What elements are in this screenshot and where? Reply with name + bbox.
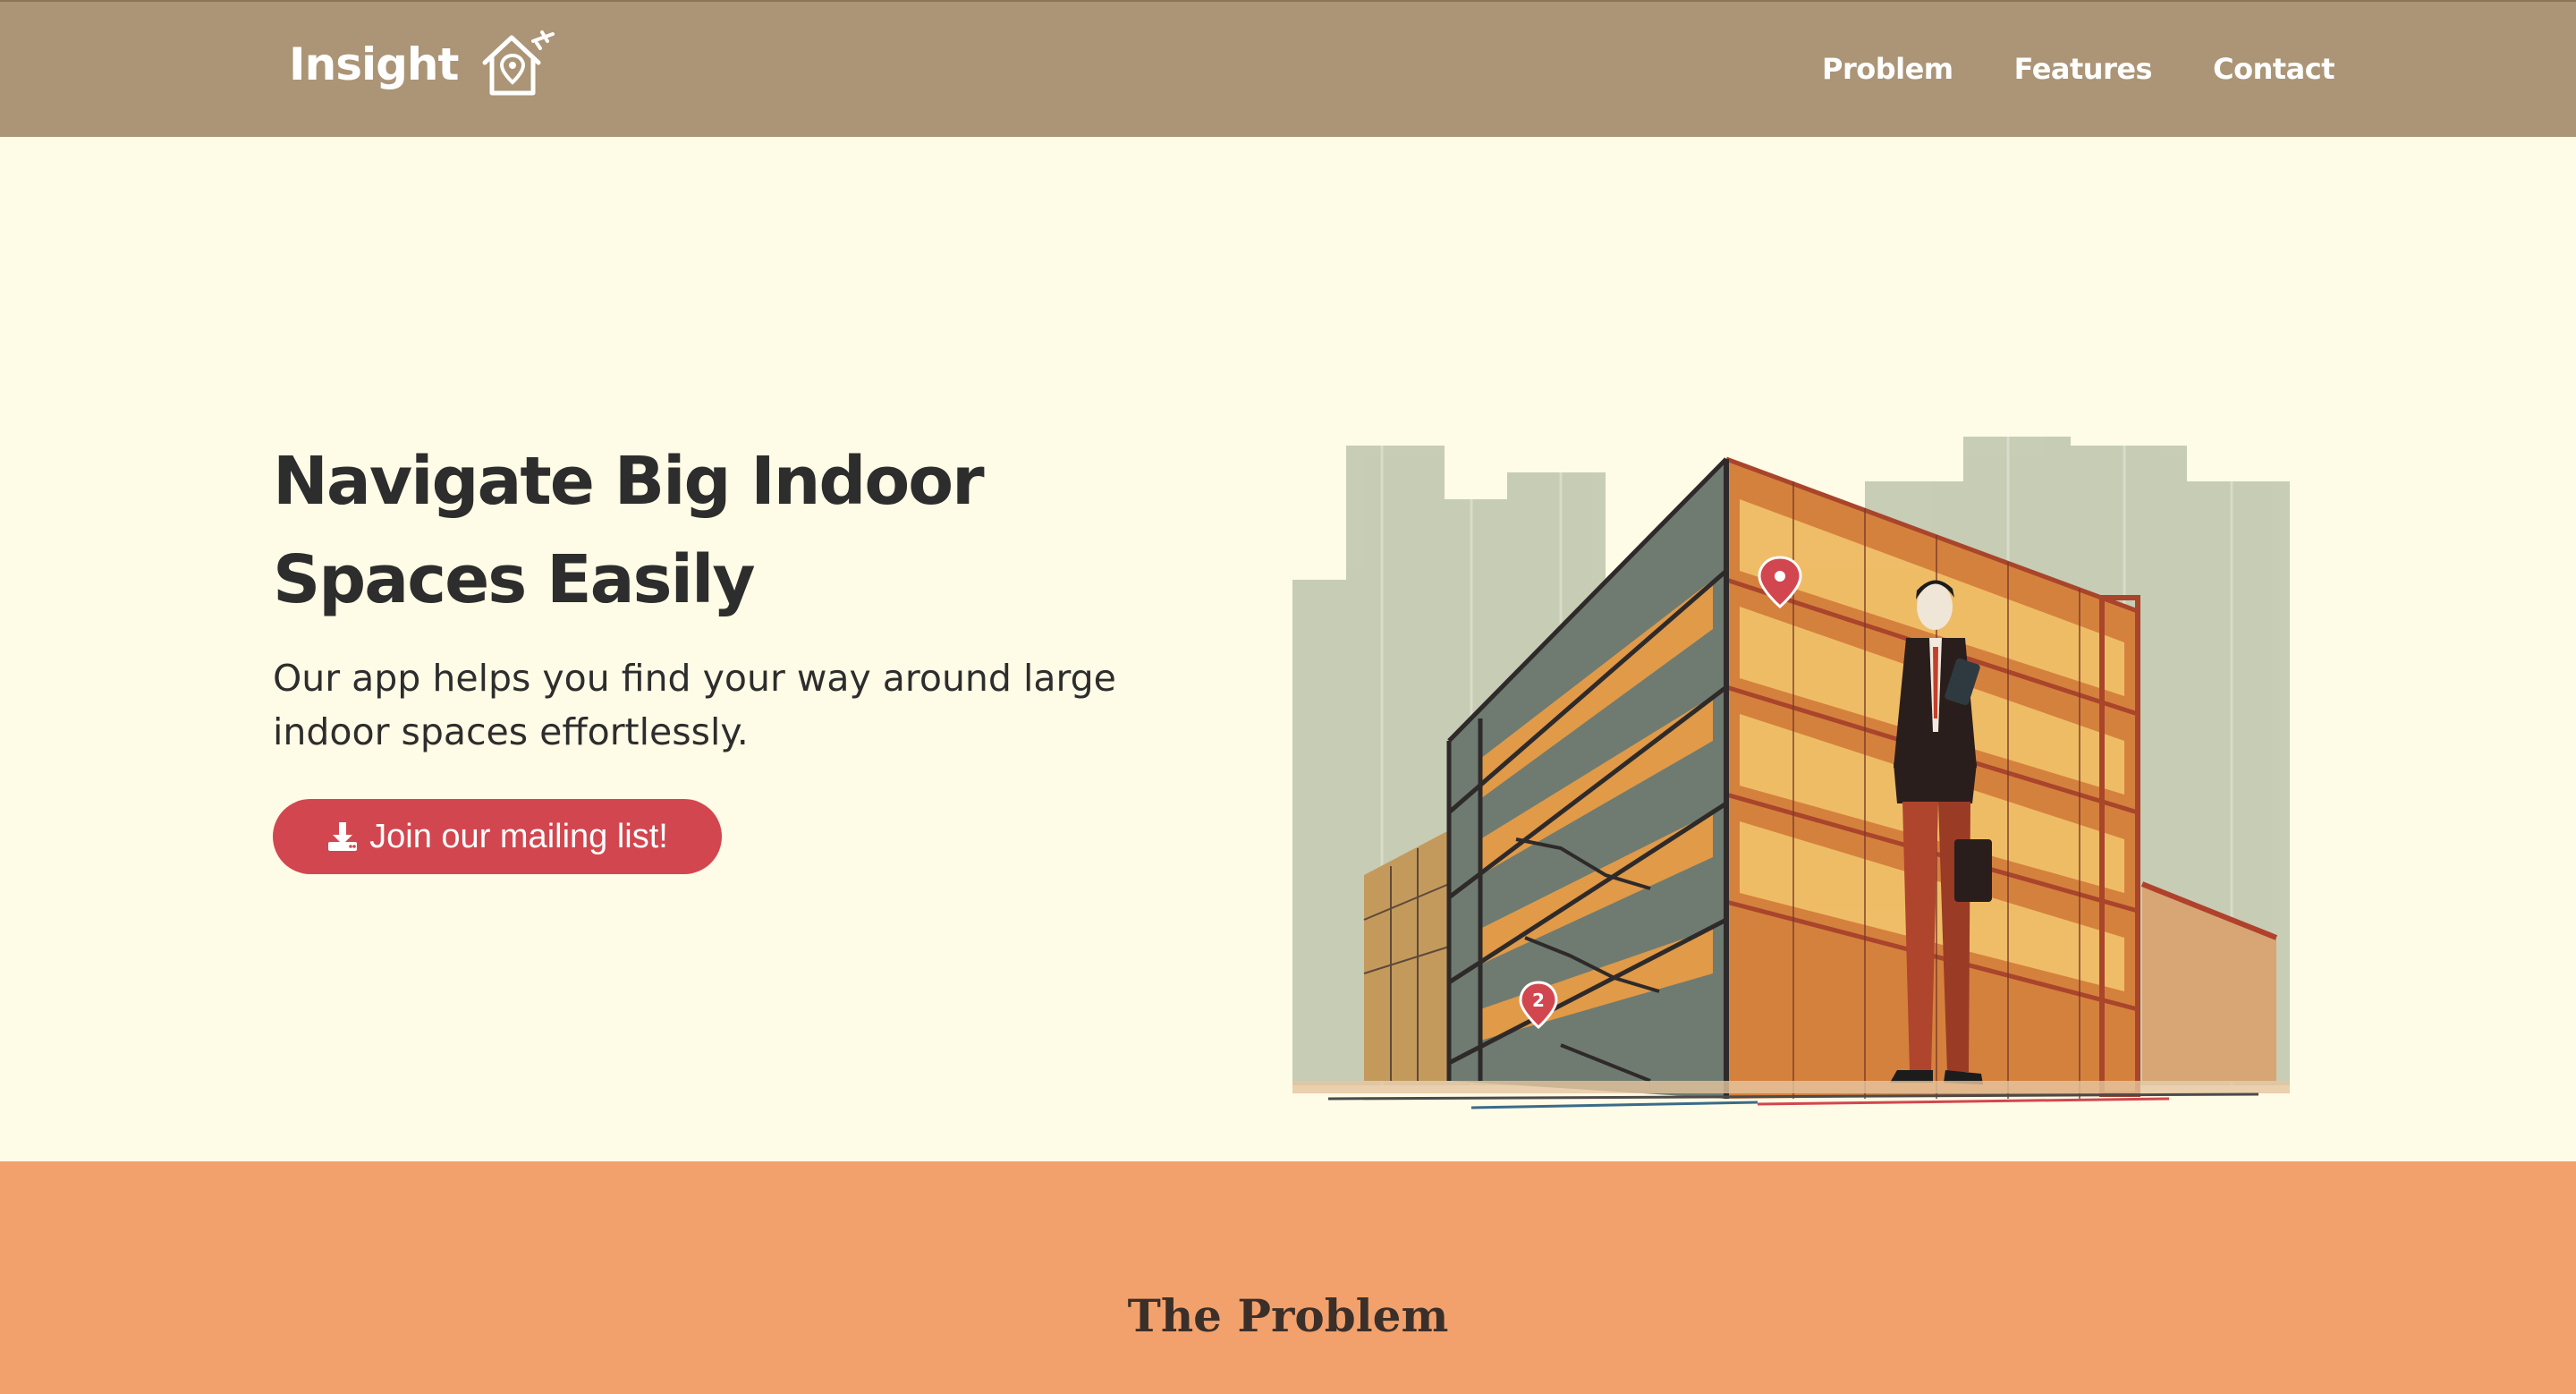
brand-name: Insight <box>289 38 459 90</box>
problem-title: The Problem <box>1127 1289 1449 1342</box>
brand-logo[interactable]: Insight <box>289 29 555 100</box>
navbar: Insight Problem Features Contact <box>0 0 2576 137</box>
cta-label: Join our mailing list! <box>369 817 668 855</box>
download-icon <box>328 822 358 851</box>
nav-link-contact[interactable]: Contact <box>2213 52 2334 86</box>
svg-text:2: 2 <box>1532 990 1545 1011</box>
nav-link-problem[interactable]: Problem <box>1822 52 1953 86</box>
join-mailing-list-button[interactable]: Join our mailing list! <box>273 799 722 874</box>
hero-title: Navigate Big Indoor Spaces Easily <box>273 443 985 618</box>
nav-links: Problem Features Contact <box>1761 52 2335 86</box>
hero-section: Navigate Big Indoor Spaces Easily Our ap… <box>0 137 2576 1161</box>
building-illustration: 2 <box>1292 437 2290 1109</box>
house-location-pin-icon <box>482 30 555 96</box>
hero-description: Our app helps you find your way around l… <box>273 657 1116 753</box>
nav-link-features[interactable]: Features <box>2014 52 2153 86</box>
problem-section: The Problem <box>0 1161 2576 1394</box>
